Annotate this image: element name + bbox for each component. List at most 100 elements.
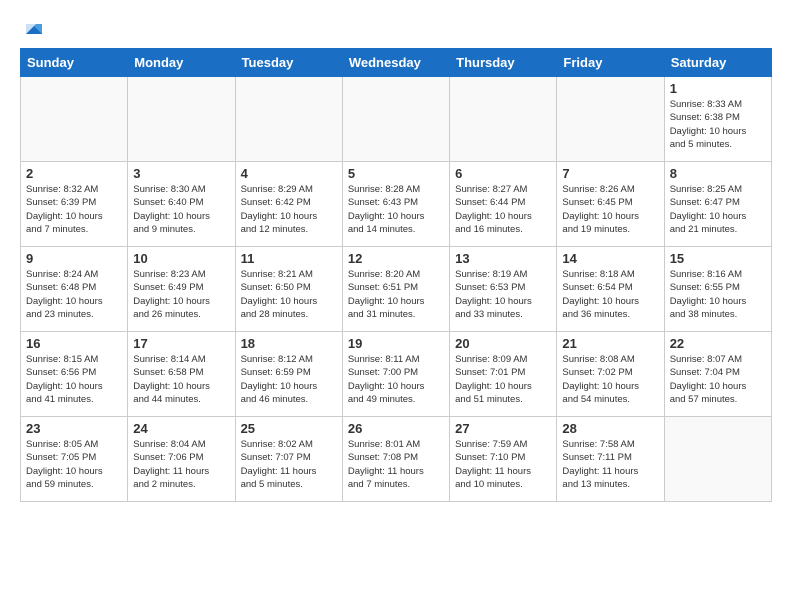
calendar-cell: 9 Sunrise: 8:24 AM Sunset: 6:48 PM Daylig… — [21, 247, 128, 332]
day-info: Sunrise: 8:02 AM Sunset: 7:07 PM Dayligh… — [241, 438, 337, 491]
logo — [20, 20, 44, 42]
day-number: 27 — [455, 421, 551, 436]
calendar-table: SundayMondayTuesdayWednesdayThursdayFrid… — [20, 48, 772, 502]
weekday-header-wednesday: Wednesday — [342, 49, 449, 77]
day-number: 17 — [133, 336, 229, 351]
day-info: Sunrise: 8:19 AM Sunset: 6:53 PM Dayligh… — [455, 268, 551, 321]
calendar-cell: 17 Sunrise: 8:14 AM Sunset: 6:58 PM Dayli… — [128, 332, 235, 417]
day-info: Sunrise: 8:12 AM Sunset: 6:59 PM Dayligh… — [241, 353, 337, 406]
day-number: 8 — [670, 166, 766, 181]
page-header — [20, 20, 772, 42]
day-number: 7 — [562, 166, 658, 181]
day-info: Sunrise: 8:33 AM Sunset: 6:38 PM Dayligh… — [670, 98, 766, 151]
weekday-header-tuesday: Tuesday — [235, 49, 342, 77]
day-info: Sunrise: 7:58 AM Sunset: 7:11 PM Dayligh… — [562, 438, 658, 491]
calendar-cell: 12 Sunrise: 8:20 AM Sunset: 6:51 PM Dayli… — [342, 247, 449, 332]
day-info: Sunrise: 8:15 AM Sunset: 6:56 PM Dayligh… — [26, 353, 122, 406]
calendar-cell: 1 Sunrise: 8:33 AM Sunset: 6:38 PM Daylig… — [664, 77, 771, 162]
calendar-cell: 8 Sunrise: 8:25 AM Sunset: 6:47 PM Daylig… — [664, 162, 771, 247]
day-info: Sunrise: 8:18 AM Sunset: 6:54 PM Dayligh… — [562, 268, 658, 321]
day-info: Sunrise: 8:27 AM Sunset: 6:44 PM Dayligh… — [455, 183, 551, 236]
day-number: 9 — [26, 251, 122, 266]
calendar-cell — [128, 77, 235, 162]
calendar-cell: 7 Sunrise: 8:26 AM Sunset: 6:45 PM Daylig… — [557, 162, 664, 247]
day-info: Sunrise: 8:24 AM Sunset: 6:48 PM Dayligh… — [26, 268, 122, 321]
calendar-cell: 18 Sunrise: 8:12 AM Sunset: 6:59 PM Dayli… — [235, 332, 342, 417]
weekday-header-row: SundayMondayTuesdayWednesdayThursdayFrid… — [21, 49, 772, 77]
day-number: 24 — [133, 421, 229, 436]
weekday-header-thursday: Thursday — [450, 49, 557, 77]
weekday-header-sunday: Sunday — [21, 49, 128, 77]
day-info: Sunrise: 7:59 AM Sunset: 7:10 PM Dayligh… — [455, 438, 551, 491]
calendar-cell: 25 Sunrise: 8:02 AM Sunset: 7:07 PM Dayli… — [235, 417, 342, 502]
day-number: 2 — [26, 166, 122, 181]
day-number: 26 — [348, 421, 444, 436]
calendar-cell: 19Sunrise: 8:11 AM Sunset: 7:00 PM Dayli… — [342, 332, 449, 417]
calendar-cell: 13 Sunrise: 8:19 AM Sunset: 6:53 PM Dayli… — [450, 247, 557, 332]
calendar-cell: 6 Sunrise: 8:27 AM Sunset: 6:44 PM Daylig… — [450, 162, 557, 247]
weekday-header-monday: Monday — [128, 49, 235, 77]
calendar-cell — [21, 77, 128, 162]
day-number: 15 — [670, 251, 766, 266]
calendar-cell: 14 Sunrise: 8:18 AM Sunset: 6:54 PM Dayli… — [557, 247, 664, 332]
calendar-cell: 10 Sunrise: 8:23 AM Sunset: 6:49 PM Dayli… — [128, 247, 235, 332]
calendar-cell: 15 Sunrise: 8:16 AM Sunset: 6:55 PM Dayli… — [664, 247, 771, 332]
day-info: Sunrise: 8:09 AM Sunset: 7:01 PM Dayligh… — [455, 353, 551, 406]
day-info: Sunrise: 8:08 AM Sunset: 7:02 PM Dayligh… — [562, 353, 658, 406]
calendar-cell: 26 Sunrise: 8:01 AM Sunset: 7:08 PM Dayli… — [342, 417, 449, 502]
day-number: 20 — [455, 336, 551, 351]
calendar-cell: 2Sunrise: 8:32 AM Sunset: 6:39 PM Daylig… — [21, 162, 128, 247]
day-number: 22 — [670, 336, 766, 351]
calendar-cell: 5 Sunrise: 8:28 AM Sunset: 6:43 PM Daylig… — [342, 162, 449, 247]
calendar-cell: 20 Sunrise: 8:09 AM Sunset: 7:01 PM Dayli… — [450, 332, 557, 417]
day-info: Sunrise: 8:25 AM Sunset: 6:47 PM Dayligh… — [670, 183, 766, 236]
calendar-cell — [450, 77, 557, 162]
week-row-1: 2Sunrise: 8:32 AM Sunset: 6:39 PM Daylig… — [21, 162, 772, 247]
week-row-3: 16 Sunrise: 8:15 AM Sunset: 6:56 PM Dayli… — [21, 332, 772, 417]
weekday-header-saturday: Saturday — [664, 49, 771, 77]
weekday-header-friday: Friday — [557, 49, 664, 77]
day-info: Sunrise: 8:29 AM Sunset: 6:42 PM Dayligh… — [241, 183, 337, 236]
day-info: Sunrise: 8:07 AM Sunset: 7:04 PM Dayligh… — [670, 353, 766, 406]
day-number: 1 — [670, 81, 766, 96]
calendar-cell: 27 Sunrise: 7:59 AM Sunset: 7:10 PM Dayli… — [450, 417, 557, 502]
calendar-cell: 22 Sunrise: 8:07 AM Sunset: 7:04 PM Dayli… — [664, 332, 771, 417]
day-info: Sunrise: 8:16 AM Sunset: 6:55 PM Dayligh… — [670, 268, 766, 321]
day-number: 4 — [241, 166, 337, 181]
day-info: Sunrise: 8:26 AM Sunset: 6:45 PM Dayligh… — [562, 183, 658, 236]
logo-icon — [22, 20, 44, 42]
day-info: Sunrise: 8:20 AM Sunset: 6:51 PM Dayligh… — [348, 268, 444, 321]
day-info: Sunrise: 8:01 AM Sunset: 7:08 PM Dayligh… — [348, 438, 444, 491]
day-info: Sunrise: 8:04 AM Sunset: 7:06 PM Dayligh… — [133, 438, 229, 491]
calendar-cell — [557, 77, 664, 162]
day-info: Sunrise: 8:14 AM Sunset: 6:58 PM Dayligh… — [133, 353, 229, 406]
day-info: Sunrise: 8:21 AM Sunset: 6:50 PM Dayligh… — [241, 268, 337, 321]
day-info: Sunrise: 8:28 AM Sunset: 6:43 PM Dayligh… — [348, 183, 444, 236]
day-number: 16 — [26, 336, 122, 351]
day-number: 11 — [241, 251, 337, 266]
day-number: 10 — [133, 251, 229, 266]
calendar-cell: 23Sunrise: 8:05 AM Sunset: 7:05 PM Dayli… — [21, 417, 128, 502]
day-number: 13 — [455, 251, 551, 266]
day-number: 6 — [455, 166, 551, 181]
calendar-cell: 4 Sunrise: 8:29 AM Sunset: 6:42 PM Daylig… — [235, 162, 342, 247]
day-number: 21 — [562, 336, 658, 351]
day-number: 3 — [133, 166, 229, 181]
day-number: 23 — [26, 421, 122, 436]
day-number: 14 — [562, 251, 658, 266]
calendar-cell: 3 Sunrise: 8:30 AM Sunset: 6:40 PM Daylig… — [128, 162, 235, 247]
week-row-0: 1 Sunrise: 8:33 AM Sunset: 6:38 PM Daylig… — [21, 77, 772, 162]
day-number: 19 — [348, 336, 444, 351]
week-row-4: 23Sunrise: 8:05 AM Sunset: 7:05 PM Dayli… — [21, 417, 772, 502]
day-number: 28 — [562, 421, 658, 436]
calendar-cell — [342, 77, 449, 162]
day-number: 12 — [348, 251, 444, 266]
day-info: Sunrise: 8:23 AM Sunset: 6:49 PM Dayligh… — [133, 268, 229, 321]
calendar-cell: 21 Sunrise: 8:08 AM Sunset: 7:02 PM Dayli… — [557, 332, 664, 417]
day-number: 18 — [241, 336, 337, 351]
week-row-2: 9 Sunrise: 8:24 AM Sunset: 6:48 PM Daylig… — [21, 247, 772, 332]
day-number: 5 — [348, 166, 444, 181]
day-info: Sunrise: 8:30 AM Sunset: 6:40 PM Dayligh… — [133, 183, 229, 236]
day-number: 25 — [241, 421, 337, 436]
calendar-cell: 16 Sunrise: 8:15 AM Sunset: 6:56 PM Dayli… — [21, 332, 128, 417]
